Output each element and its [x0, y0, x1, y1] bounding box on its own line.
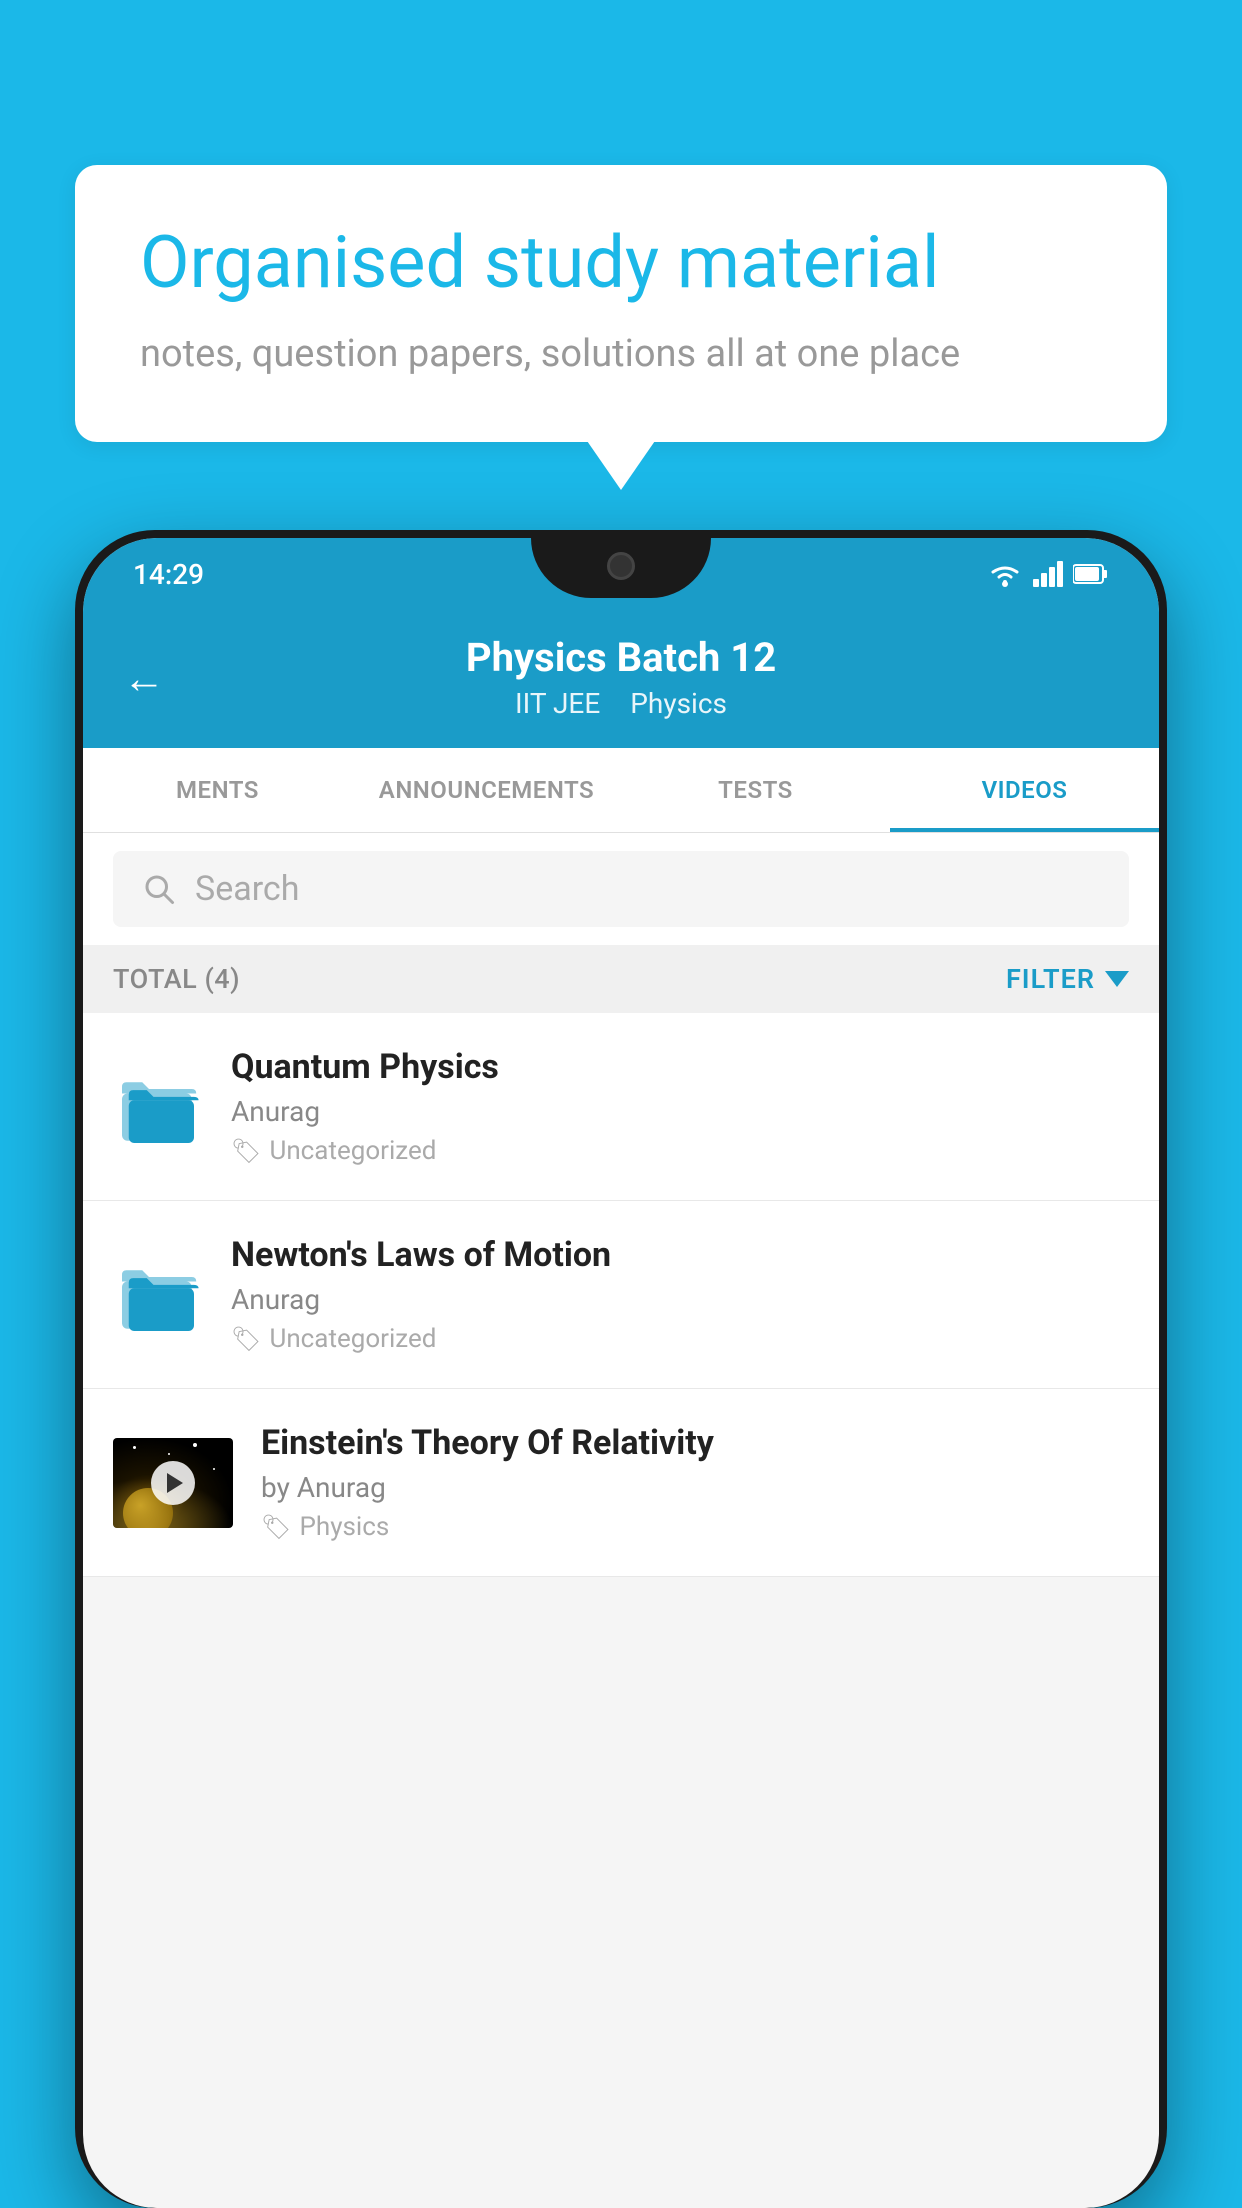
video-list: Quantum Physics Anurag 🏷 Uncategorized: [83, 1013, 1159, 1577]
tag-label: Physics: [299, 1512, 389, 1542]
phone-frame: 14:29: [75, 530, 1167, 2208]
filter-icon: [1105, 971, 1129, 987]
tag-physics: Physics: [630, 687, 727, 720]
bubble-subtitle: notes, question papers, solutions all at…: [140, 328, 1102, 381]
video-tag: 🏷 Uncategorized: [231, 1136, 1129, 1166]
video-author: Anurag: [231, 1283, 1129, 1316]
app-header: ← Physics Batch 12 IIT JEE Physics: [83, 610, 1159, 748]
status-icons: [987, 560, 1109, 588]
play-button-overlay[interactable]: [151, 1461, 195, 1505]
batch-title: Physics Batch 12: [466, 634, 776, 681]
video-author: Anurag: [231, 1095, 1129, 1128]
bubble-title: Organised study material: [140, 220, 1102, 306]
back-button[interactable]: ←: [123, 655, 165, 704]
tag-icon: 🏷: [231, 1325, 261, 1353]
tabs-bar: MENTS ANNOUNCEMENTS TESTS VIDEOS: [83, 748, 1159, 833]
filter-button[interactable]: FILTER: [1006, 963, 1129, 995]
video-tag: 🏷 Uncategorized: [231, 1324, 1129, 1354]
phone-screen: 14:29: [83, 538, 1159, 2208]
total-count: TOTAL (4): [113, 963, 240, 995]
search-bar[interactable]: Search: [113, 851, 1129, 927]
tab-ments[interactable]: MENTS: [83, 748, 352, 832]
camera-notch: [607, 552, 635, 580]
list-item[interactable]: Einstein's Theory Of Relativity by Anura…: [83, 1389, 1159, 1577]
play-triangle: [167, 1473, 183, 1493]
tab-announcements[interactable]: ANNOUNCEMENTS: [352, 748, 621, 832]
video-title: Newton's Laws of Motion: [231, 1235, 1129, 1275]
search-container: Search: [83, 833, 1159, 945]
tag-label: Uncategorized: [269, 1136, 436, 1166]
search-icon: [141, 871, 177, 907]
video-author: by Anurag: [261, 1471, 1129, 1504]
video-info: Quantum Physics Anurag 🏷 Uncategorized: [231, 1047, 1129, 1166]
tag-icon: 🏷: [231, 1137, 261, 1165]
tag-iitjee: IIT JEE: [515, 687, 600, 720]
status-bar: 14:29: [83, 538, 1159, 610]
notch: [531, 538, 711, 598]
filter-label: FILTER: [1006, 963, 1095, 995]
video-title: Einstein's Theory Of Relativity: [261, 1423, 1129, 1463]
tab-tests[interactable]: TESTS: [621, 748, 890, 832]
video-info: Newton's Laws of Motion Anurag 🏷 Uncateg…: [231, 1235, 1129, 1354]
folder-icon: [113, 1250, 203, 1340]
tab-videos[interactable]: VIDEOS: [890, 748, 1159, 832]
filter-bar: TOTAL (4) FILTER: [83, 945, 1159, 1013]
video-info: Einstein's Theory Of Relativity by Anura…: [261, 1423, 1129, 1542]
battery-icon: [1073, 563, 1109, 585]
folder-icon: [113, 1062, 203, 1152]
search-placeholder-text: Search: [195, 869, 299, 909]
wifi-icon: [987, 560, 1023, 588]
header-tags: IIT JEE Physics: [515, 687, 727, 720]
phone-container: 14:29: [75, 530, 1167, 2208]
tag-label: Uncategorized: [269, 1324, 436, 1354]
list-item[interactable]: Quantum Physics Anurag 🏷 Uncategorized: [83, 1013, 1159, 1201]
video-thumbnail: [113, 1438, 233, 1528]
video-tag: 🏷 Physics: [261, 1512, 1129, 1542]
signal-icon: [1033, 561, 1063, 587]
list-item[interactable]: Newton's Laws of Motion Anurag 🏷 Uncateg…: [83, 1201, 1159, 1389]
tag-icon: 🏷: [261, 1513, 291, 1541]
video-title: Quantum Physics: [231, 1047, 1129, 1087]
phone-inner: 14:29: [83, 538, 1159, 2208]
status-time: 14:29: [133, 558, 204, 591]
speech-bubble: Organised study material notes, question…: [75, 165, 1167, 442]
